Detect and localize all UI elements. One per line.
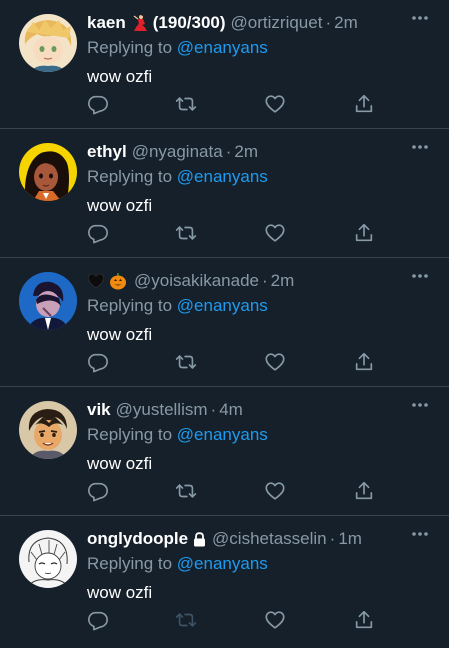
display-name-suffix: (190/300) (152, 13, 226, 32)
like-heart-icon[interactable] (264, 609, 286, 631)
tweet-header: vik @yustellism · 4m (87, 398, 243, 422)
user-handle[interactable]: @ortizriquet (231, 11, 323, 35)
tweet-text: wow ozfi (87, 454, 153, 473)
user-handle[interactable]: @nyaginata (132, 140, 223, 164)
tweet[interactable]: vik @yustellism · 4m Replying to @enanya… (0, 387, 449, 516)
mention-link[interactable]: @enanyans (177, 167, 268, 186)
replying-to: Replying to @enanyans (87, 295, 268, 317)
pumpkin-emoji-icon (109, 272, 127, 290)
tweet-text: wow ozfi (87, 196, 153, 215)
reply-icon[interactable] (87, 222, 109, 244)
lock-icon (194, 531, 206, 546)
replying-to: Replying to @enanyans (87, 424, 268, 446)
avatar[interactable] (19, 14, 77, 72)
timestamp[interactable]: 1m (338, 527, 362, 551)
retweet-icon[interactable] (175, 351, 197, 373)
like-heart-icon[interactable] (264, 222, 286, 244)
tweet[interactable]: kaen (190/300) @ortizriquet · 2m Replyin… (0, 0, 449, 129)
user-handle[interactable]: @yoisakikanade (134, 269, 259, 293)
mention-link[interactable]: @enanyans (177, 554, 268, 573)
tweet-actions (87, 222, 377, 246)
replying-label: Replying to (87, 38, 173, 57)
replying-to: Replying to @enanyans (87, 37, 268, 59)
user-handle[interactable]: @yustellism (116, 398, 208, 422)
reply-icon[interactable] (87, 93, 109, 115)
tweet-text: wow ozfi (87, 325, 153, 344)
retweet-icon-disabled (175, 609, 197, 631)
tweet-header: @yoisakikanade · 2m (87, 269, 294, 293)
display-name[interactable]: onglydoople (87, 527, 188, 551)
tweet[interactable]: @yoisakikanade · 2m Replying to @enanyan… (0, 258, 449, 387)
tweet-actions (87, 480, 377, 504)
reply-feed: kaen (190/300) @ortizriquet · 2m Replyin… (0, 0, 449, 648)
timestamp[interactable]: 4m (219, 398, 243, 422)
share-icon[interactable] (353, 609, 375, 631)
mention-link[interactable]: @enanyans (177, 296, 268, 315)
display-name[interactable]: kaen (87, 11, 126, 35)
like-heart-icon[interactable] (264, 351, 286, 373)
retweet-icon[interactable] (175, 93, 197, 115)
avatar[interactable] (19, 143, 77, 201)
replying-label: Replying to (87, 554, 173, 573)
tweet[interactable]: onglydoople @cishetasselin · 1m Replying… (0, 516, 449, 648)
more-options-icon[interactable] (411, 14, 429, 22)
mention-link[interactable]: @enanyans (177, 38, 268, 57)
dancer-emoji-icon (130, 14, 148, 32)
more-options-icon[interactable] (411, 272, 429, 280)
share-icon[interactable] (353, 480, 375, 502)
like-heart-icon[interactable] (264, 93, 286, 115)
share-icon[interactable] (353, 93, 375, 115)
avatar[interactable] (19, 272, 77, 330)
replying-label: Replying to (87, 167, 173, 186)
avatar[interactable] (19, 530, 77, 588)
reply-icon[interactable] (87, 351, 109, 373)
display-name[interactable]: vik (87, 398, 111, 422)
tweet-text: wow ozfi (87, 67, 153, 86)
tweet[interactable]: ethyl @nyaginata · 2m Replying to @enany… (0, 129, 449, 258)
mention-link[interactable]: @enanyans (177, 425, 268, 444)
replying-label: Replying to (87, 425, 173, 444)
replying-to: Replying to @enanyans (87, 166, 268, 188)
tweet-actions (87, 351, 377, 375)
share-icon[interactable] (353, 222, 375, 244)
more-options-icon[interactable] (411, 143, 429, 151)
timestamp[interactable]: 2m (234, 140, 258, 164)
reply-icon[interactable] (87, 609, 109, 631)
replying-label: Replying to (87, 296, 173, 315)
separator-dot: · (225, 142, 232, 161)
timestamp[interactable]: 2m (271, 269, 295, 293)
display-name[interactable]: ethyl (87, 140, 127, 164)
more-options-icon[interactable] (411, 530, 429, 538)
separator-dot: · (329, 529, 336, 548)
avatar[interactable] (19, 401, 77, 459)
separator-dot: · (210, 400, 217, 419)
tweet-header: ethyl @nyaginata · 2m (87, 140, 258, 164)
share-icon[interactable] (353, 351, 375, 373)
more-options-icon[interactable] (411, 401, 429, 409)
tweet-actions (87, 93, 377, 117)
tweet-header: onglydoople @cishetasselin · 1m (87, 527, 362, 551)
timestamp[interactable]: 2m (334, 11, 358, 35)
retweet-icon[interactable] (175, 222, 197, 244)
like-heart-icon[interactable] (264, 480, 286, 502)
retweet-icon[interactable] (175, 480, 197, 502)
user-handle[interactable]: @cishetasselin (212, 527, 327, 551)
tweet-header: kaen (190/300) @ortizriquet · 2m (87, 11, 358, 35)
separator-dot: · (325, 13, 332, 32)
separator-dot: · (262, 271, 268, 290)
reply-icon[interactable] (87, 480, 109, 502)
tweet-actions (87, 609, 377, 633)
tweet-text: wow ozfi (87, 583, 153, 602)
replying-to: Replying to @enanyans (87, 553, 268, 575)
black-heart-emoji-icon (87, 272, 105, 290)
